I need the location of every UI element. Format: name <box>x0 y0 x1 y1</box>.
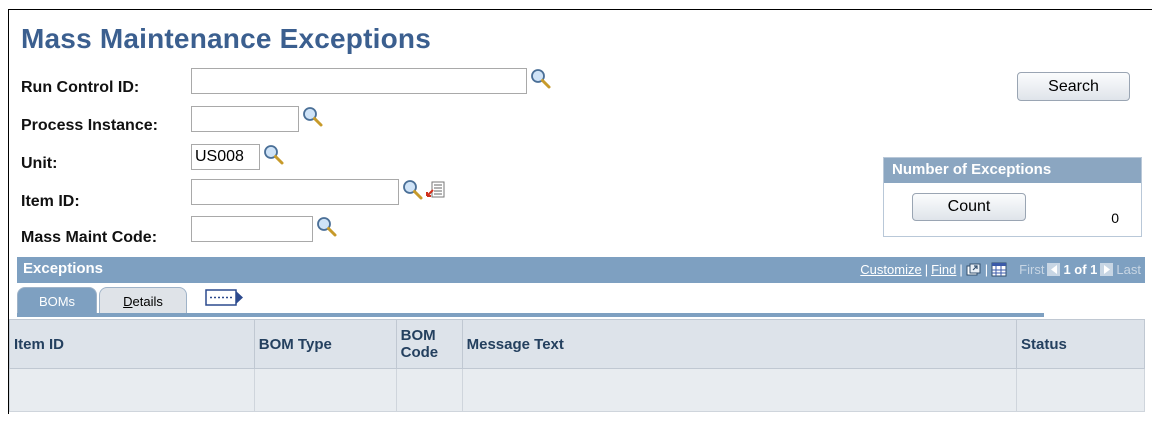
column-header-message-text[interactable]: Message Text <box>461 319 1018 369</box>
run-control-id-input[interactable] <box>191 68 527 94</box>
process-instance-label: Process Instance: <box>21 117 158 134</box>
unit-label: Unit: <box>21 155 58 172</box>
cell-item-id <box>9 368 255 412</box>
mass-maint-code-lookup-icon[interactable] <box>316 216 338 238</box>
cell-message-text <box>461 368 1018 412</box>
exceptions-tabs: BOMs Details <box>17 283 1145 319</box>
download-grid-icon[interactable] <box>991 262 1007 277</box>
item-id-label: Item ID: <box>21 193 80 210</box>
column-header-item-id[interactable]: Item ID <box>9 319 255 369</box>
grid-navigation: Customize | Find | | First 1 of 1 Last <box>860 262 1141 277</box>
exceptions-header-bar: Exceptions Customize | Find | | First 1 … <box>17 257 1145 283</box>
customize-link[interactable]: Customize <box>860 262 921 277</box>
table-row <box>9 368 1145 412</box>
process-instance-lookup-icon[interactable] <box>302 106 324 128</box>
item-detail-icon[interactable] <box>426 180 446 200</box>
nav-separator: | <box>959 262 963 277</box>
exceptions-count-value: 0 <box>1111 210 1119 226</box>
process-instance-input[interactable] <box>191 106 299 132</box>
view-all-icon[interactable] <box>966 263 982 277</box>
frame-top-border <box>8 9 1152 10</box>
grid-header-row: Item ID BOM Type BOM Code Message Text S… <box>9 319 1145 369</box>
column-header-bom-type[interactable]: BOM Type <box>253 319 397 369</box>
column-header-bom-code[interactable]: BOM Code <box>395 319 463 369</box>
tab-underline <box>17 313 1044 317</box>
exceptions-grid: Item ID BOM Type BOM Code Message Text S… <box>9 319 1145 412</box>
nav-separator: | <box>984 262 989 277</box>
prev-arrow-icon[interactable] <box>1047 263 1061 276</box>
item-id-input[interactable] <box>191 179 399 205</box>
run-control-id-lookup-icon[interactable] <box>530 68 552 90</box>
number-of-exceptions-title: Number of Exceptions <box>884 158 1141 183</box>
count-button[interactable]: Count <box>912 193 1026 221</box>
column-header-status[interactable]: Status <box>1016 319 1145 369</box>
nav-separator: | <box>924 262 929 277</box>
first-link[interactable]: First <box>1019 262 1044 277</box>
mass-maint-code-label: Mass Maint Code: <box>21 229 158 246</box>
item-id-lookup-icon[interactable] <box>402 179 424 201</box>
exceptions-title: Exceptions <box>23 260 104 277</box>
search-button[interactable]: Search <box>1017 72 1130 101</box>
tab-details-access-key: D <box>123 294 133 309</box>
number-of-exceptions-box: Number of Exceptions Count 0 <box>883 157 1142 237</box>
find-link[interactable]: Find <box>931 262 956 277</box>
tab-details-label: etails <box>132 294 163 309</box>
tab-details[interactable]: Details <box>99 287 187 314</box>
tab-boms[interactable]: BOMs <box>17 287 97 314</box>
run-control-id-label: Run Control ID: <box>21 79 140 96</box>
page-indicator: 1 of 1 <box>1063 262 1098 277</box>
cell-bom-type <box>253 368 397 412</box>
unit-lookup-icon[interactable] <box>263 144 285 166</box>
last-link[interactable]: Last <box>1116 262 1141 277</box>
cell-status <box>1016 368 1145 412</box>
next-arrow-icon[interactable] <box>1100 263 1114 276</box>
show-all-columns-icon[interactable] <box>205 288 245 308</box>
cell-bom-code <box>395 368 463 412</box>
mass-maint-code-input[interactable] <box>191 216 313 242</box>
page-title: Mass Maintenance Exceptions <box>21 23 431 54</box>
unit-input[interactable] <box>191 144 260 170</box>
